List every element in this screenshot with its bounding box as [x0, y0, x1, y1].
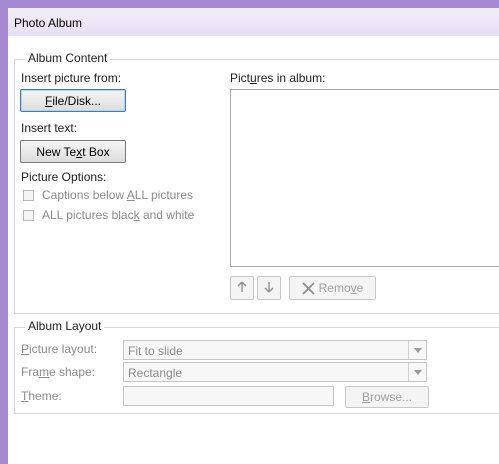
pictures-in-album-label: Pictures in album: — [230, 71, 326, 85]
frame-shape-label: Frame shape: — [21, 365, 96, 379]
remove-label: Remove — [318, 281, 364, 295]
window-frame-top — [0, 0, 499, 8]
photo-album-dialog: Album Content Insert picture from: File/… — [8, 36, 499, 464]
remove-x-icon — [302, 281, 315, 295]
frame-shape-dropdown[interactable]: Rectangle — [123, 362, 427, 382]
picture-layout-value: Fit to slide — [128, 344, 183, 358]
black-and-white-label: ALL pictures black and white — [42, 208, 195, 222]
captions-label: Captions below ALL pictures — [42, 188, 194, 202]
picture-layout-label: Picture layout: — [21, 342, 98, 356]
remove-button[interactable]: Remove — [289, 276, 376, 300]
move-down-button[interactable] — [257, 276, 281, 300]
browse-button[interactable]: Browse... — [345, 386, 429, 408]
theme-label: Theme: — [21, 389, 62, 403]
album-content-title: Album Content — [25, 51, 111, 65]
window-title: Photo Album — [14, 16, 83, 30]
captions-below-all-pictures-option[interactable]: Captions below ALL pictures — [23, 188, 193, 202]
captions-checkbox[interactable] — [23, 189, 34, 201]
black-and-white-option[interactable]: ALL pictures black and white — [23, 208, 194, 222]
chevron-down-icon[interactable] — [408, 363, 426, 381]
album-layout-title: Album Layout — [25, 319, 105, 333]
arrow-up-icon — [237, 281, 247, 296]
black-and-white-checkbox[interactable] — [23, 209, 34, 221]
picture-options-label: Picture Options: — [21, 170, 107, 184]
insert-picture-from-label: Insert picture from: — [21, 71, 122, 85]
pictures-in-album-list[interactable] — [230, 89, 499, 267]
move-up-button[interactable] — [230, 276, 254, 300]
file-disk-button[interactable]: File/Disk... — [20, 89, 126, 112]
window-frame-left — [0, 0, 8, 464]
picture-layout-dropdown[interactable]: Fit to slide — [123, 340, 427, 360]
theme-field[interactable] — [123, 386, 334, 406]
new-text-box-button[interactable]: New Te x t Box — [20, 140, 126, 163]
arrow-down-icon — [264, 281, 274, 296]
frame-shape-value: Rectangle — [128, 366, 183, 380]
insert-text-label: Insert text: — [21, 121, 78, 135]
title-bar[interactable]: Photo Album — [8, 8, 499, 36]
chevron-down-icon[interactable] — [408, 341, 426, 359]
